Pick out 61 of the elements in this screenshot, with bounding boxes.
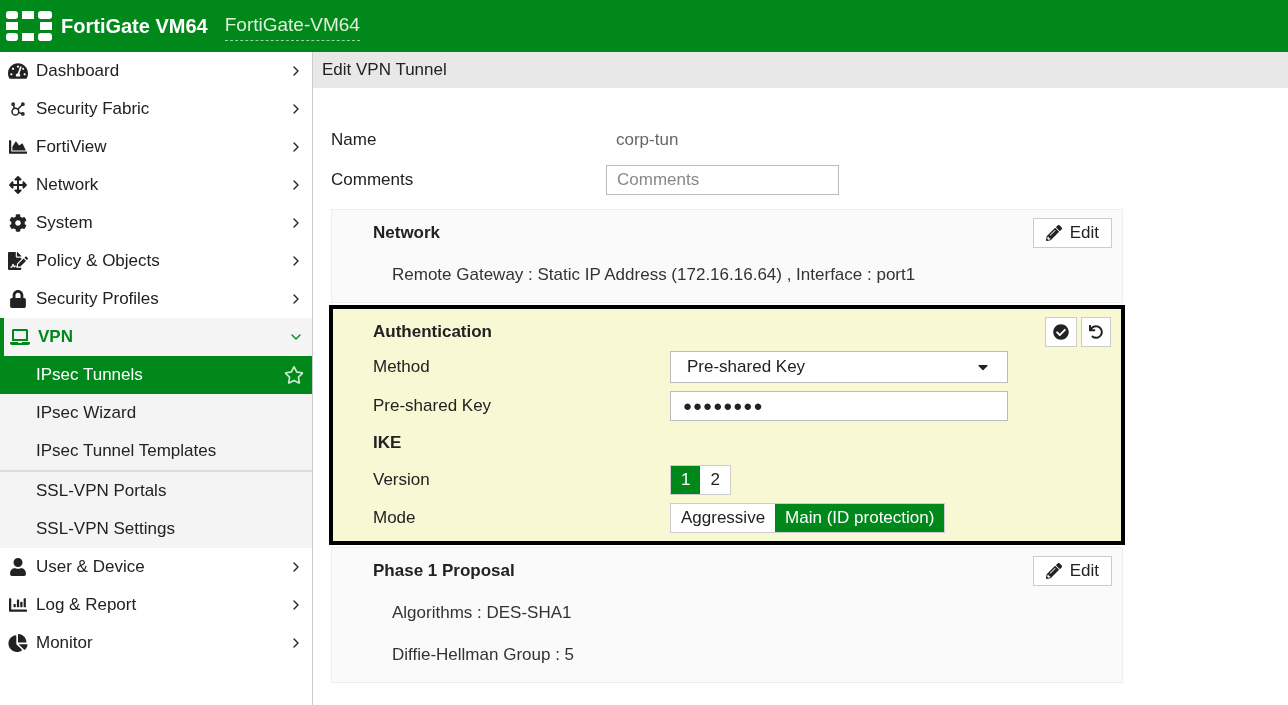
key-input[interactable]: ●●●●●●●● [670,391,1008,421]
undo-icon [1089,325,1103,339]
check-icon [1053,324,1069,340]
field-label: Mode [373,507,417,530]
product-name: FortiGate VM64 [61,14,208,39]
logo-icon [6,11,52,41]
sidebar-item[interactable]: Security Fabric [0,90,312,128]
sidebar-item[interactable]: Security Profiles [0,280,312,318]
sidebar-item[interactable]: Policy & Objects [0,242,312,280]
sidebar-item[interactable]: Network [0,166,312,204]
field-label: Pre-shared Key [373,395,493,418]
field-label: Comments [331,169,415,192]
document-icon [8,252,28,270]
hostname-link[interactable]: FortiGate-VM64 [224,11,360,41]
section-title: Authentication [373,321,493,344]
pie-chart-icon [8,634,28,652]
field-label: Name [331,129,378,152]
toggle-option[interactable]: 2 [700,466,730,494]
undo-button[interactable] [1081,317,1111,347]
section-title: Network [373,222,442,245]
move-arrows-icon [8,176,28,194]
fabric-icon [8,100,28,118]
pencil-icon [1045,225,1062,241]
lock-icon [8,290,28,308]
sidebar-item[interactable]: User & Device [0,548,312,586]
submenu-item[interactable]: SSL-VPN Portals [0,472,312,510]
submenu-item[interactable]: SSL-VPN Settings [0,510,312,548]
star-icon[interactable] [284,365,304,385]
submenu-item[interactable]: IPsec Tunnels [0,356,312,394]
summary-text: Algorithms : DES-SHA1 [392,602,573,625]
page-title: Edit VPN Tunnel [322,59,447,82]
dashboard-icon [8,62,28,80]
comments-field[interactable]: Comments [606,165,839,195]
method-dropdown[interactable]: Pre-shared Key [670,351,1008,383]
summary-text: Remote Gateway : Static IP Address (172.16.16.64) , Interface : port1 [392,264,917,287]
submenu-item[interactable]: IPsec Wizard [0,394,312,432]
bar-chart-icon [8,596,28,614]
laptop-icon [10,328,30,346]
toggle-option[interactable]: Aggressive [671,504,776,532]
toggle-option[interactable]: 1 [671,466,701,494]
area-chart-icon [8,138,28,156]
pencil-icon [1045,563,1062,579]
user-icon [8,558,28,576]
name-value: corp-tun [615,129,679,152]
section-title: Phase 1 Proposal [373,560,516,583]
edit-button[interactable]: Edit [1032,218,1112,248]
gear-icon [8,214,28,232]
apply-button[interactable] [1045,317,1077,347]
edit-button[interactable]: Edit [1032,556,1112,586]
field-label: Version [373,469,431,492]
sidebar-item[interactable]: FortiView [0,128,312,166]
toggle-option[interactable]: Main (ID protection) [775,504,945,532]
sidebar-item[interactable]: Log & Report [0,586,312,624]
sidebar-item[interactable]: VPN [0,318,312,356]
subsection-heading: IKE [373,432,402,455]
sidebar-item[interactable]: Monitor [0,624,312,662]
sidebar-item[interactable]: System [0,204,312,242]
summary-text: Diffie-Hellman Group : 5 [392,644,576,667]
sidebar-item[interactable]: Dashboard [0,52,312,90]
submenu-item[interactable]: IPsec Tunnel Templates [0,432,312,470]
field-label: Method [373,356,431,379]
